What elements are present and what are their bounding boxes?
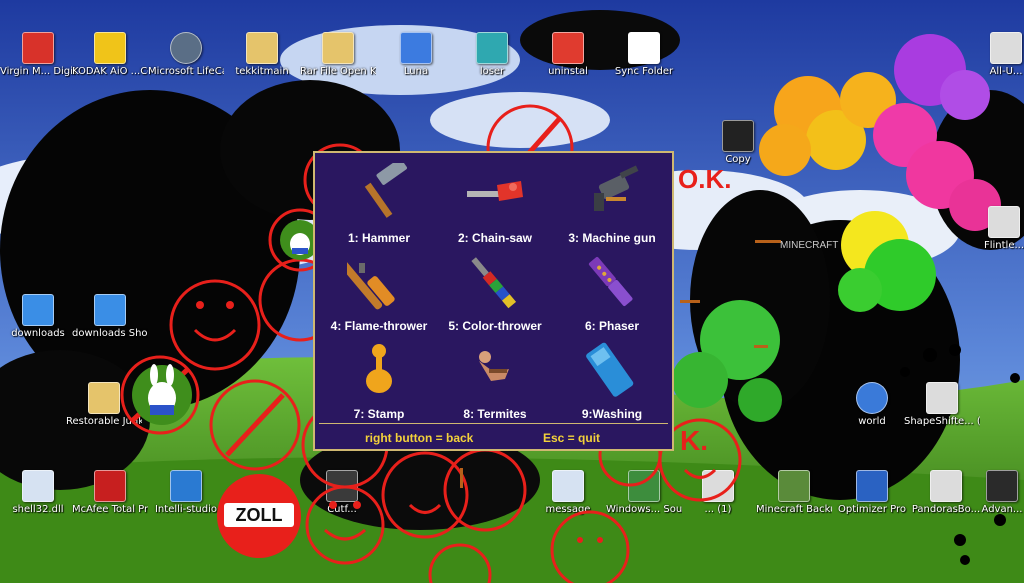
washing-icon [586,342,634,397]
desktop-icon-all-u[interactable]: All-U... [986,32,1024,78]
machine-gun-icon [594,165,639,211]
tool-label: 7: Stamp [353,407,405,421]
tool-picker-dialog: 1: Hammer 2: Chain-saw 3: Machine gun 4:… [313,151,674,451]
desktop-icon-pandorasbo[interactable]: PandorasBo... [908,470,984,516]
document-icon [926,382,958,414]
toolbox-divider [319,423,668,424]
window-icon [400,32,432,64]
tool-label: 8: Termites [463,407,527,421]
tool-label: 4: Flame-thrower [330,319,428,333]
intelli-studio-icon [170,470,202,502]
desktop-icon-advan[interactable]: Advan... [980,470,1024,516]
uninstall-icon [552,32,584,64]
hint-right-button-back: right button = back [365,431,474,445]
termites-icon [479,351,509,381]
script-icon [476,32,508,64]
desktop-icon-downloads[interactable]: downloads [0,294,76,340]
desktop-icon-downloads-shortcut[interactable]: downloads Shortcut [72,294,148,340]
desktop-icon-shapeshifte[interactable]: ShapeShifte... (2) [904,382,980,428]
desktop-icon-copy[interactable]: Copy [700,120,776,166]
downloads-icon [22,294,54,326]
chainsaw-icon [467,181,523,201]
desktop-icon-optimizer-pro[interactable]: Optimizer Pro [834,470,910,516]
tool-chainsaw[interactable]: 2: Chain-saw [435,159,555,247]
tool-label: 2: Chain-saw [457,231,532,245]
folder-icon [322,32,354,64]
zoll-stamp-label: ZOLL [224,503,294,527]
tool-stamp[interactable]: 7: Stamp [319,335,439,423]
tool-label: 3: Machine gun [568,231,656,245]
document-icon [988,206,1020,238]
minecraft-icon [778,470,810,502]
folder-icon [88,382,120,414]
desktop-icon-world[interactable]: world [834,382,910,428]
stamp-icon [366,344,392,393]
tool-label: 1: Hammer [347,231,411,245]
lifecam-icon [170,32,202,64]
document-icon [990,32,1022,64]
desktop-icon-document-1[interactable]: ... (1) [680,470,756,516]
window-icon [722,120,754,152]
phaser-icon [588,256,633,306]
shortcut-icon [94,294,126,326]
kodak-icon [94,32,126,64]
desktop-icon-cutf[interactable]: Cutf... [304,470,380,516]
desktop-icon-flintle[interactable]: Flintle... [982,206,1024,252]
mcafee-icon [94,470,126,502]
desktop-icon-minecraft-backup[interactable]: Minecraft Backup [756,470,832,516]
hammer-icon [364,163,407,218]
message-icon [552,470,584,502]
tool-termites[interactable]: 8: Termites [435,335,555,423]
folder-icon [246,32,278,64]
dll-icon [22,470,54,502]
document-icon [702,470,734,502]
desktop-icon-windows-sounds[interactable]: Windows... Sounds [606,470,682,516]
tool-label: 5: Color-thrower [448,319,542,333]
sync-folder-icon [628,32,660,64]
tool-flame-thrower[interactable]: 4: Flame-thrower [319,247,439,335]
globe-icon [856,382,888,414]
desktop-icon-kodak[interactable]: KODAK AiO ...Center [72,32,148,78]
tool-phaser[interactable]: 6: Phaser [552,247,672,335]
app-icon [986,470,1018,502]
hint-esc-quit: Esc = quit [543,431,601,445]
desktop-icon-intelli-studio[interactable]: Intelli-studio [148,470,224,516]
tool-hammer[interactable]: 1: Hammer [319,159,439,247]
desktop-icon-sync-folder[interactable]: Sync Folder [606,32,682,78]
desktop-icon-shell32[interactable]: shell32.dll [0,470,76,516]
desktop-icon-rar-file-open-knife[interactable]: Rar File Open Knife.exe [300,32,376,78]
desktop-icon-virgin-media[interactable]: Virgin M... Digital [0,32,76,78]
desktop: Virgin M... Digital KODAK AiO ...Center … [0,0,1024,583]
desktop-icon-mcafee[interactable]: McAfee Total Protection [72,470,148,516]
desktop-icon-message[interactable]: message [530,470,606,516]
desktop-icon-uninstal[interactable]: uninstal [530,32,606,78]
desktop-icon-loser[interactable]: loser [454,32,530,78]
tool-machine-gun[interactable]: 3: Machine gun [552,159,672,247]
tool-label: 6: Phaser [584,319,640,333]
sound-icon [628,470,660,502]
flamethrower-icon [347,260,395,310]
color-thrower-icon [471,257,517,309]
tool-washing[interactable]: 9:Washing [552,335,672,423]
desktop-icon-lifecam[interactable]: Microsoft LifeCam [148,32,224,78]
document-icon [930,470,962,502]
desktop-icon-restorable-junk[interactable]: Restorable Junk [66,382,142,428]
tool-label: 9:Washing [581,407,643,421]
virgin-media-icon [22,32,54,64]
desktop-icon-luna[interactable]: Luna [378,32,454,78]
desktop-icon-tekkitmain[interactable]: tekkitmain [224,32,300,78]
app-icon [326,470,358,502]
optimizer-icon [856,470,888,502]
zoll-stamp: ZOLL [217,474,301,558]
tool-color-thrower[interactable]: 5: Color-thrower [435,247,555,335]
